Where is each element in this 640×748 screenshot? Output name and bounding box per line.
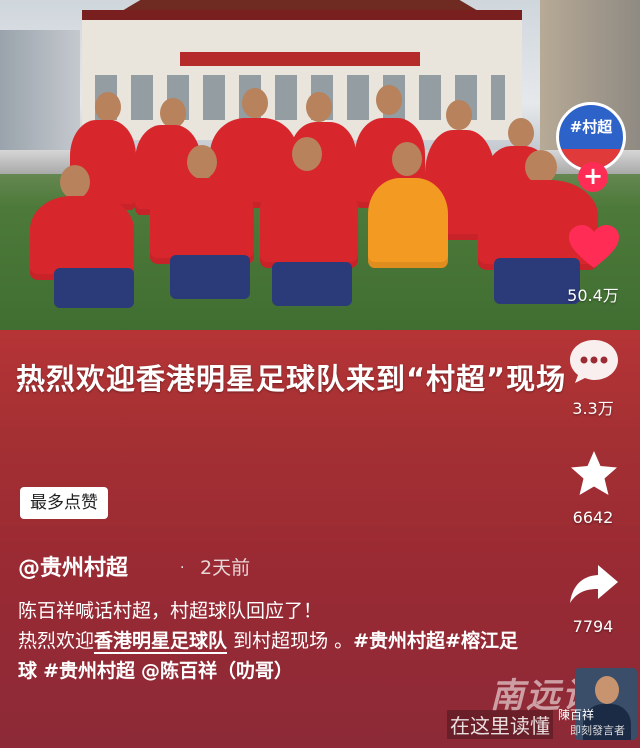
player-head	[446, 100, 472, 130]
player-head	[376, 85, 402, 115]
video-headline: 热烈欢迎香港明星足球队来到“村超”现场	[16, 362, 567, 396]
star-icon	[571, 451, 617, 495]
player-shorts	[170, 255, 250, 299]
like-count: 50.4万	[567, 286, 619, 305]
player-head	[508, 118, 534, 148]
mention-link[interactable]: @陈百祥（叻哥）	[141, 660, 293, 682]
player	[150, 178, 254, 264]
background-building	[0, 30, 80, 160]
player-head	[187, 145, 217, 179]
building-windows	[95, 75, 505, 120]
player-head	[95, 92, 121, 122]
description-line: 陈百祥喊话村超，村超球队回应了！	[18, 600, 323, 622]
favorite-button[interactable]	[566, 448, 622, 498]
thumbnail-subtitle: 即刻發言者	[570, 724, 625, 737]
separator-dot: ·	[180, 560, 185, 576]
video-description: 陈百祥喊话村超，村超球队回应了！ 热烈欢迎香港明星足球队 到村超现场 。#贵州村…	[18, 596, 518, 686]
description-link[interactable]: 香港明星足球队	[94, 630, 228, 654]
player-head	[525, 150, 557, 184]
video-frame[interactable]	[0, 0, 640, 345]
share-count: 7794	[572, 617, 614, 636]
hashtag-link[interactable]: #贵州村超	[43, 660, 135, 682]
player-head	[292, 137, 322, 171]
like-button[interactable]	[566, 222, 622, 272]
favorite-count: 6642	[572, 508, 614, 527]
player-head	[160, 98, 186, 128]
author-name[interactable]: @贵州村超	[18, 550, 128, 582]
building-banner	[180, 52, 420, 66]
player-shorts	[272, 262, 352, 306]
player-shorts	[54, 268, 134, 308]
description-text: 到村超现场 。	[227, 630, 354, 652]
player-head	[306, 92, 332, 122]
site-watermark-sub: 在这里读懂	[447, 710, 553, 739]
player-head	[242, 88, 268, 118]
share-button[interactable]	[566, 560, 622, 610]
description-line: 热烈欢迎香港明星足球队 到村超现场 。#贵州村超#榕江足球 #贵州村超 @陈百祥…	[18, 626, 518, 686]
share-icon	[570, 565, 618, 603]
description-text: 热烈欢迎	[18, 630, 95, 652]
most-liked-badge[interactable]: 最多点赞	[20, 487, 108, 519]
thumbnail-name: 陳百祥	[558, 708, 595, 722]
player-head	[392, 142, 422, 176]
player	[260, 172, 358, 268]
follow-button[interactable]: +	[578, 162, 608, 192]
avatar-label: #村超	[569, 118, 613, 136]
post-time: 2天前	[200, 557, 251, 579]
goalkeeper	[368, 178, 448, 268]
player-head	[60, 165, 90, 199]
comment-button[interactable]	[566, 336, 622, 386]
hashtag-link[interactable]: #贵州村超	[353, 630, 445, 652]
comment-count: 3.3万	[572, 399, 614, 418]
thumbnail-face	[595, 676, 619, 704]
heart-icon	[569, 225, 619, 268]
